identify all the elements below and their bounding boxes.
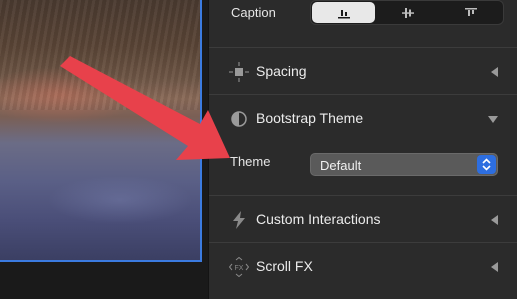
caption-position-segmented-control (310, 0, 504, 25)
bootstrap-theme-label[interactable]: Bootstrap Theme (256, 110, 363, 126)
theme-label: Theme (230, 154, 271, 169)
theme-contrast-icon[interactable] (229, 109, 249, 129)
svg-text:FX: FX (235, 265, 244, 272)
align-bottom-icon (337, 9, 350, 18)
lightning-icon (233, 211, 245, 229)
caption-middle-button[interactable] (376, 1, 439, 24)
design-canvas (0, 0, 208, 299)
spacing-label: Spacing (256, 63, 307, 79)
spacing-icon (229, 62, 249, 82)
inspector-panel: Caption Spacing Bootstrap Theme Theme De… (208, 0, 517, 299)
select-stepper-icon[interactable] (477, 155, 496, 174)
align-top-icon (465, 7, 478, 16)
spacing-section-header[interactable]: Spacing (209, 48, 517, 95)
scroll-fx-label: Scroll FX (256, 258, 313, 274)
collapse-caret-icon (491, 67, 498, 77)
caption-bottom-button[interactable] (312, 2, 376, 23)
theme-select[interactable]: Default (310, 153, 498, 176)
expand-caret-icon[interactable] (488, 116, 498, 123)
screen: Caption Spacing Bootstrap Theme Theme De… (0, 0, 517, 299)
align-middle-icon (401, 7, 414, 18)
custom-interactions-label: Custom Interactions (256, 211, 381, 227)
custom-interactions-section-header[interactable]: Custom Interactions (209, 196, 517, 243)
caption-top-button[interactable] (440, 1, 503, 24)
collapse-caret-icon (491, 262, 498, 272)
collapse-caret-icon (491, 215, 498, 225)
scroll-fx-icon: FX (229, 257, 249, 277)
selected-image[interactable] (0, 0, 202, 262)
theme-select-value: Default (320, 158, 362, 173)
bootstrap-theme-section: Bootstrap Theme Theme Default (209, 95, 517, 196)
caption-row: Caption (209, 0, 517, 48)
scroll-fx-section-header[interactable]: FX Scroll FX (209, 243, 517, 299)
caption-label: Caption (231, 5, 276, 20)
